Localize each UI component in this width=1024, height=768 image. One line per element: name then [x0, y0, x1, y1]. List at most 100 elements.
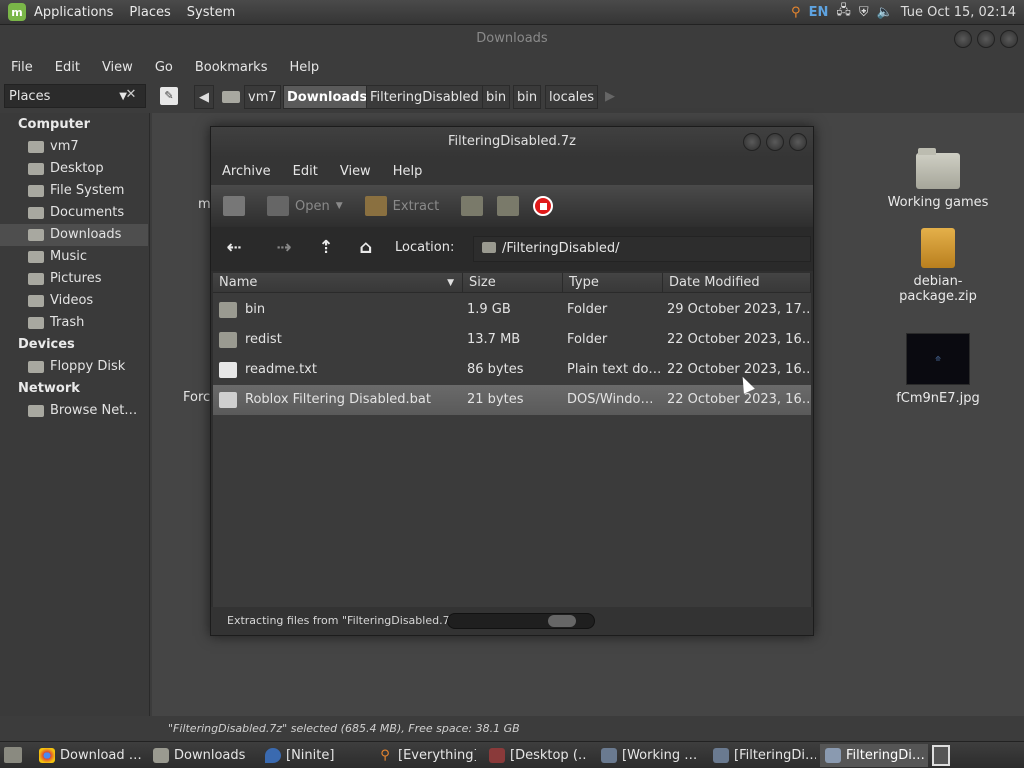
- extract-button[interactable]: Extract: [364, 196, 439, 216]
- sidebar-item-label: Desktop: [50, 161, 104, 176]
- breadcrumb-vm7[interactable]: vm7: [244, 85, 281, 109]
- partial-file-label[interactable]: m: [198, 197, 211, 212]
- sidebar-item-trash[interactable]: Trash: [0, 312, 148, 334]
- add-folder-button[interactable]: [497, 196, 520, 216]
- clock[interactable]: Tue Oct 15, 02:14: [901, 5, 1016, 20]
- sidebar-item-pictures[interactable]: Pictures: [0, 268, 148, 290]
- menu-help[interactable]: Help: [278, 60, 330, 75]
- breadcrumb-downloads[interactable]: Downloads: [283, 85, 372, 109]
- forward-arrow-icon[interactable]: ⇢: [271, 235, 297, 261]
- open-button[interactable]: Open ▼: [267, 196, 343, 216]
- table-row[interactable]: readme.txt 86 bytes Plain text do… 22 Oc…: [213, 355, 811, 385]
- breadcrumb-left-arrow-icon[interactable]: ◀: [194, 85, 214, 109]
- keyboard-layout-indicator[interactable]: EN: [809, 5, 829, 20]
- window-controls: [954, 30, 1018, 48]
- table-row-selected[interactable]: Roblox Filtering Disabled.bat 21 bytes D…: [213, 385, 811, 415]
- search-icon[interactable]: ⚲: [791, 5, 801, 20]
- breadcrumb-right-arrow-icon[interactable]: ▶: [600, 85, 620, 109]
- file-name: redist: [245, 332, 282, 347]
- shield-icon[interactable]: ⛨: [859, 5, 869, 20]
- menu-bookmarks[interactable]: Bookmarks: [184, 60, 279, 75]
- network-icon: [28, 405, 44, 417]
- column-header-type[interactable]: Type: [563, 273, 663, 293]
- file-name: readme.txt: [245, 362, 317, 377]
- home-icon[interactable]: ⌂: [353, 235, 379, 261]
- partial-file-label[interactable]: Forc: [183, 390, 210, 405]
- task-everything[interactable]: ⚲ [Everything]: [372, 744, 476, 767]
- minimize-button[interactable]: [954, 30, 972, 48]
- menu-edit[interactable]: Edit: [44, 60, 91, 75]
- column-header-size[interactable]: Size: [463, 273, 563, 293]
- menu-archive[interactable]: Archive: [211, 164, 282, 179]
- table-row[interactable]: redist 13.7 MB Folder 22 October 2023, 1…: [213, 325, 811, 355]
- maximize-button[interactable]: [766, 133, 784, 151]
- task-label: Download …: [60, 748, 142, 763]
- sidebar-item-file-system[interactable]: File System: [0, 180, 148, 202]
- volume-icon[interactable]: 🔈: [877, 5, 893, 20]
- folder-icon: [28, 273, 44, 285]
- close-sidebar-icon[interactable]: ✕: [122, 86, 140, 104]
- sidebar-item-browse-network[interactable]: Browse Net…: [0, 400, 148, 422]
- task-filteringdisabled-bracketed[interactable]: [FilteringDi…: [708, 744, 816, 767]
- breadcrumb-bin-2[interactable]: bin: [513, 85, 542, 109]
- task-label: FilteringDi…: [846, 748, 925, 763]
- file-size: 13.7 MB: [467, 332, 521, 347]
- menu-help[interactable]: Help: [382, 164, 434, 179]
- menu-view[interactable]: View: [329, 164, 382, 179]
- menu-view[interactable]: View: [91, 60, 144, 75]
- network-icon[interactable]: 🖧: [836, 1, 851, 23]
- sidebar-item-floppy-disk[interactable]: Floppy Disk: [0, 356, 148, 378]
- system-tray: ⚲ EN 🖧 ⛨ 🔈 Tue Oct 15, 02:14: [791, 1, 1024, 23]
- menu-edit[interactable]: Edit: [282, 164, 329, 179]
- new-archive-button[interactable]: [223, 196, 245, 216]
- desktop-item-image[interactable]: ⟰ fCm9nE7.jpg: [886, 333, 990, 406]
- column-header-name[interactable]: Name ▼: [213, 273, 463, 293]
- back-arrow-icon[interactable]: ⇠: [221, 235, 247, 261]
- sidebar-item-downloads[interactable]: Downloads: [0, 224, 148, 246]
- breadcrumb-locales[interactable]: locales: [545, 85, 599, 109]
- breadcrumb-bin-1[interactable]: bin: [482, 85, 511, 109]
- applications-menu[interactable]: Applications: [26, 0, 121, 25]
- workspace-switcher-icon[interactable]: [932, 745, 950, 766]
- table-row[interactable]: bin 1.9 GB Folder 29 October 2023, 17…: [213, 295, 811, 325]
- mint-menu-icon[interactable]: m: [8, 3, 26, 21]
- add-files-button[interactable]: [461, 196, 484, 216]
- sidebar-item-vm7[interactable]: vm7: [0, 136, 148, 158]
- task-filteringdisabled-archive[interactable]: FilteringDi…: [820, 744, 928, 767]
- desktop-item-debian-package[interactable]: debian-package.zip: [876, 228, 1000, 304]
- open-label: Open: [295, 198, 330, 214]
- sidebar-item-desktop[interactable]: Desktop: [0, 158, 148, 180]
- minimize-button[interactable]: [743, 133, 761, 151]
- stop-button[interactable]: [533, 196, 554, 216]
- task-browser-download[interactable]: Download …: [34, 744, 146, 767]
- close-button[interactable]: [789, 133, 807, 151]
- sidebar-item-label: File System: [50, 183, 125, 198]
- location-field[interactable]: /FilteringDisabled/: [473, 236, 811, 262]
- task-ninite[interactable]: [Ninite]: [260, 744, 364, 767]
- sidebar-item-music[interactable]: Music: [0, 246, 148, 268]
- desktop-folder-icon: [28, 163, 44, 175]
- breadcrumb-filteringdisabled[interactable]: FilteringDisabled: [366, 85, 483, 109]
- sidebar-item-videos[interactable]: Videos: [0, 290, 148, 312]
- task-desktop[interactable]: [Desktop (…: [484, 744, 588, 767]
- close-button[interactable]: [1000, 30, 1018, 48]
- task-working[interactable]: [Working …: [596, 744, 700, 767]
- floppy-icon: [28, 361, 44, 373]
- text-file-icon: [219, 362, 237, 378]
- file-date: 22 October 2023, 16…: [667, 392, 809, 407]
- task-label: [Desktop (…: [510, 748, 588, 763]
- menu-file[interactable]: File: [0, 60, 44, 75]
- places-menu[interactable]: Places: [121, 0, 178, 25]
- maximize-button[interactable]: [977, 30, 995, 48]
- edit-location-icon[interactable]: ✎: [160, 87, 178, 105]
- up-arrow-icon[interactable]: ⇡: [313, 235, 339, 261]
- menu-bar: Archive Edit View Help: [211, 157, 813, 185]
- column-header-date[interactable]: Date Modified: [663, 273, 811, 293]
- desktop-item-working-games[interactable]: Working games: [886, 148, 990, 210]
- task-downloads[interactable]: Downloads: [148, 744, 252, 767]
- drive-icon: [28, 185, 44, 197]
- sidebar-item-documents[interactable]: Documents: [0, 202, 148, 224]
- show-desktop-icon[interactable]: [4, 747, 22, 763]
- system-menu[interactable]: System: [179, 0, 243, 25]
- menu-go[interactable]: Go: [144, 60, 184, 75]
